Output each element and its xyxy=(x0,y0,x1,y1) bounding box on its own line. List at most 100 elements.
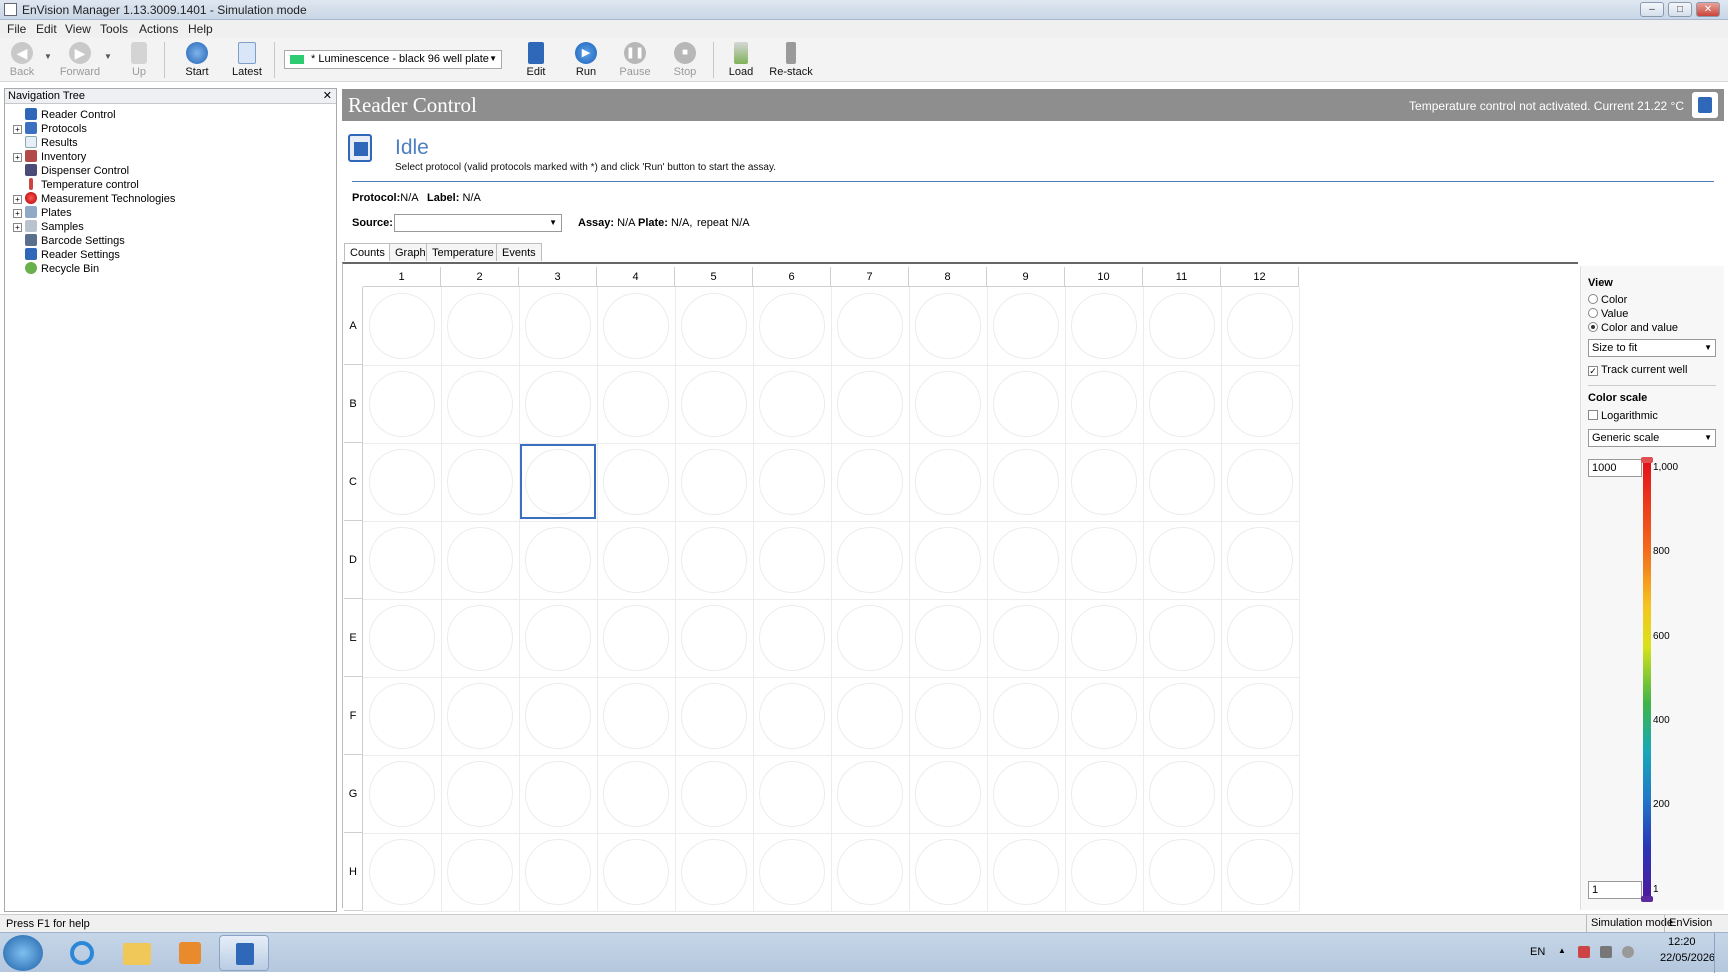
well-G11[interactable] xyxy=(1149,761,1215,827)
up-button[interactable]: Up xyxy=(117,40,161,78)
back-button[interactable]: ◀ Back xyxy=(0,40,44,78)
well-G10[interactable] xyxy=(1071,761,1137,827)
well-A9[interactable] xyxy=(993,293,1059,359)
well-B3[interactable] xyxy=(525,371,591,437)
tray-volume-icon[interactable] xyxy=(1622,946,1634,958)
row-header[interactable]: A xyxy=(344,287,363,365)
forward-dropdown-icon[interactable]: ▼ xyxy=(104,52,112,61)
expand-icon[interactable]: + xyxy=(13,125,22,134)
well-F4[interactable] xyxy=(603,683,669,749)
expand-icon[interactable]: + xyxy=(13,223,22,232)
well-F10[interactable] xyxy=(1071,683,1137,749)
protocol-select[interactable]: * Luminescence - black 96 well plate ▼ xyxy=(284,50,502,69)
size-select[interactable]: Size to fit ▼ xyxy=(1588,339,1716,357)
well-D7[interactable] xyxy=(837,527,903,593)
nav-item-protocols[interactable]: + Protocols xyxy=(13,122,87,136)
well-B4[interactable] xyxy=(603,371,669,437)
nav-item-reader-control[interactable]: Reader Control xyxy=(13,108,116,122)
well-F12[interactable] xyxy=(1227,683,1293,749)
column-header[interactable]: 8 xyxy=(909,267,987,287)
well-F11[interactable] xyxy=(1149,683,1215,749)
tray-flag-icon[interactable] xyxy=(1578,946,1590,958)
well-D2[interactable] xyxy=(447,527,513,593)
close-button[interactable]: ✕ xyxy=(1696,2,1720,17)
radio-value[interactable]: Value xyxy=(1588,308,1628,320)
well-A2[interactable] xyxy=(447,293,513,359)
back-dropdown-icon[interactable]: ▼ xyxy=(44,52,52,61)
well-A1[interactable] xyxy=(369,293,435,359)
menu-tools[interactable]: Tools xyxy=(100,22,128,36)
row-header[interactable]: C xyxy=(344,443,363,521)
well-A7[interactable] xyxy=(837,293,903,359)
row-header[interactable]: E xyxy=(344,599,363,677)
menu-help[interactable]: Help xyxy=(188,22,213,36)
nav-item-recycle-bin[interactable]: Recycle Bin xyxy=(13,262,99,276)
well-E10[interactable] xyxy=(1071,605,1137,671)
well-H12[interactable] xyxy=(1227,839,1293,905)
well-C8[interactable] xyxy=(915,449,981,515)
scale-max-handle[interactable] xyxy=(1641,457,1653,463)
logarithmic-checkbox[interactable]: Logarithmic xyxy=(1588,410,1658,422)
well-D10[interactable] xyxy=(1071,527,1137,593)
well-F2[interactable] xyxy=(447,683,513,749)
menu-file[interactable]: File xyxy=(7,22,26,36)
well-G2[interactable] xyxy=(447,761,513,827)
well-B7[interactable] xyxy=(837,371,903,437)
well-H5[interactable] xyxy=(681,839,747,905)
nav-item-plates[interactable]: + Plates xyxy=(13,206,72,220)
radio-color-and-value[interactable]: Color and value xyxy=(1588,322,1678,334)
well-A5[interactable] xyxy=(681,293,747,359)
expand-icon[interactable]: + xyxy=(13,153,22,162)
maximize-button[interactable]: □ xyxy=(1668,2,1692,17)
well-H8[interactable] xyxy=(915,839,981,905)
radio-color-and-value-button[interactable] xyxy=(1588,322,1598,332)
well-A3[interactable] xyxy=(525,293,591,359)
well-G6[interactable] xyxy=(759,761,825,827)
well-G12[interactable] xyxy=(1227,761,1293,827)
row-header[interactable]: B xyxy=(344,365,363,443)
media-player-icon[interactable] xyxy=(165,935,215,971)
well-E4[interactable] xyxy=(603,605,669,671)
envision-taskbar-button[interactable] xyxy=(219,935,269,971)
well-C11[interactable] xyxy=(1149,449,1215,515)
well-C5[interactable] xyxy=(681,449,747,515)
column-header[interactable]: 3 xyxy=(519,267,597,287)
well-D8[interactable] xyxy=(915,527,981,593)
well-F8[interactable] xyxy=(915,683,981,749)
radio-value-button[interactable] xyxy=(1588,308,1598,318)
well-D3[interactable] xyxy=(525,527,591,593)
checkbox-checked-icon[interactable]: ✓ xyxy=(1588,366,1598,376)
well-H4[interactable] xyxy=(603,839,669,905)
well-A4[interactable] xyxy=(603,293,669,359)
well-B12[interactable] xyxy=(1227,371,1293,437)
well-A6[interactable] xyxy=(759,293,825,359)
column-header[interactable]: 6 xyxy=(753,267,831,287)
well-E3[interactable] xyxy=(525,605,591,671)
scale-min-input[interactable]: 1 xyxy=(1588,881,1642,899)
well-D5[interactable] xyxy=(681,527,747,593)
nav-item-measurement-technologies[interactable]: + Measurement Technologies xyxy=(13,192,175,206)
well-G9[interactable] xyxy=(993,761,1059,827)
radio-color[interactable]: Color xyxy=(1588,294,1627,306)
start-menu-button[interactable] xyxy=(3,935,43,971)
nav-item-dispenser-control[interactable]: Dispenser Control xyxy=(13,164,129,178)
column-header[interactable]: 4 xyxy=(597,267,675,287)
clock-date[interactable]: 22/05/2026 xyxy=(1660,952,1715,964)
start-button[interactable]: Start xyxy=(175,40,219,78)
well-G7[interactable] xyxy=(837,761,903,827)
well-C12[interactable] xyxy=(1227,449,1293,515)
well-B9[interactable] xyxy=(993,371,1059,437)
well-F7[interactable] xyxy=(837,683,903,749)
well-A11[interactable] xyxy=(1149,293,1215,359)
clock-time[interactable]: 12:20 xyxy=(1668,936,1696,948)
nav-item-samples[interactable]: + Samples xyxy=(13,220,84,234)
well-F6[interactable] xyxy=(759,683,825,749)
well-F1[interactable] xyxy=(369,683,435,749)
load-button[interactable]: Load xyxy=(719,40,763,78)
nav-item-results[interactable]: Results xyxy=(13,136,78,150)
well-E8[interactable] xyxy=(915,605,981,671)
column-header[interactable]: 2 xyxy=(441,267,519,287)
well-H2[interactable] xyxy=(447,839,513,905)
well-D11[interactable] xyxy=(1149,527,1215,593)
menu-actions[interactable]: Actions xyxy=(139,22,178,36)
